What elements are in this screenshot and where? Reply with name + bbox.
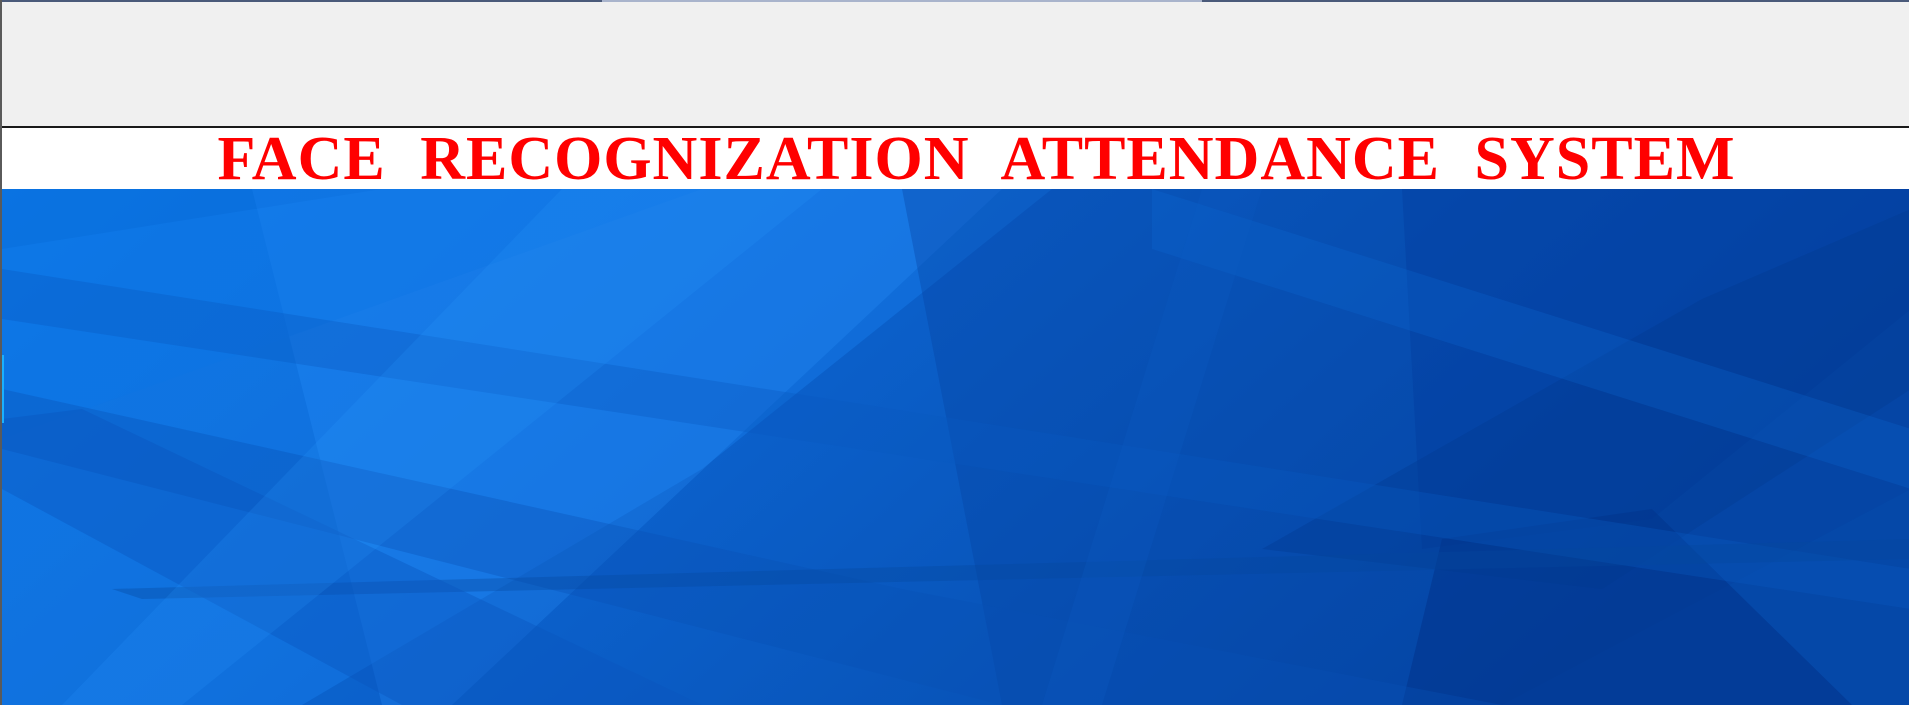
app-window: FACE RECOGNIZATION ATTENDANCE SYSTEM [0, 0, 1909, 705]
app-title: FACE RECOGNIZATION ATTENDANCE SYSTEM [217, 124, 1736, 193]
left-edge-marker [2, 355, 4, 423]
top-empty-area [2, 2, 1909, 126]
title-banner: FACE RECOGNIZATION ATTENDANCE SYSTEM [2, 124, 1909, 193]
background-image [2, 189, 1909, 705]
abstract-blue-geometric-background [2, 189, 1909, 705]
